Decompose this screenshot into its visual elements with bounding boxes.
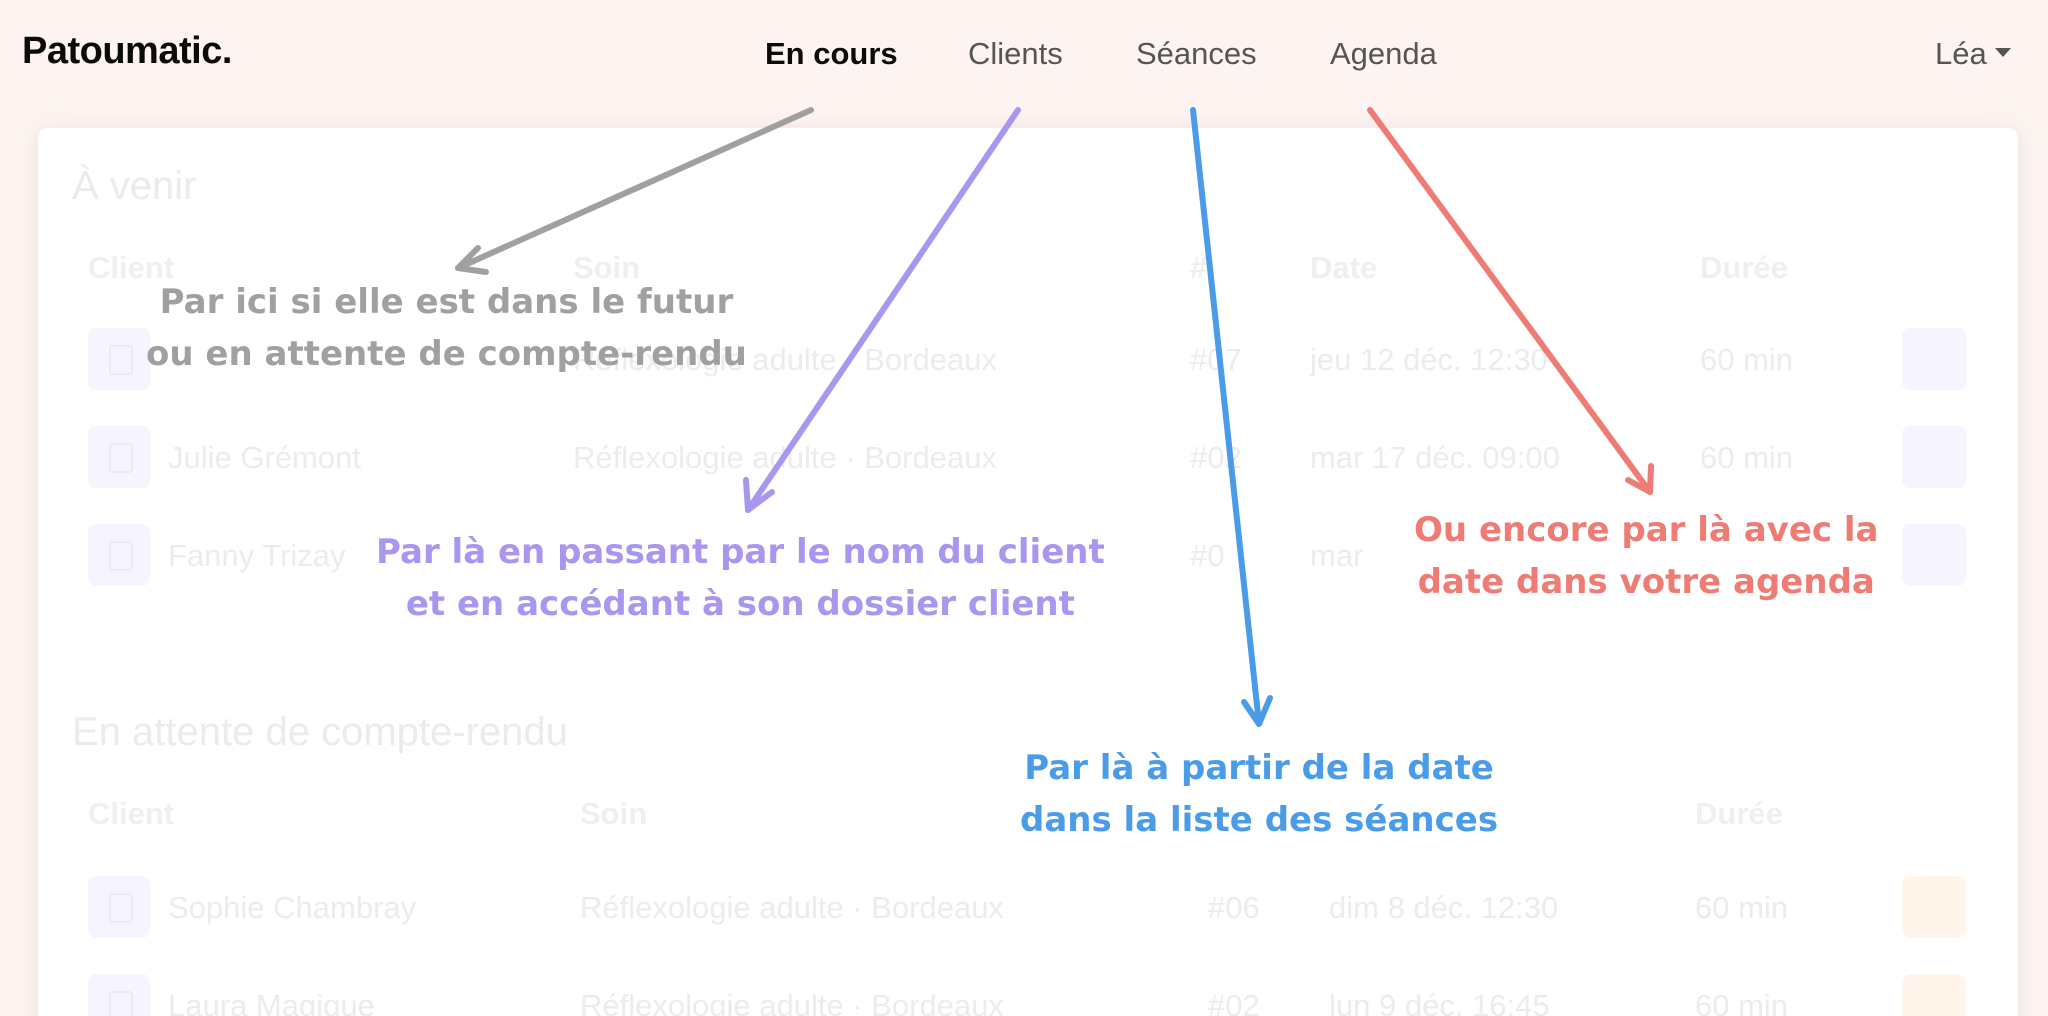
annotation-gray-line1: Par ici si elle est dans le futur xyxy=(159,282,734,322)
annotation-gray: Par ici si elle est dans le futur ou en … xyxy=(146,276,747,380)
annotation-red-line1: Ou encore par là avec la xyxy=(1414,510,1879,550)
arrow-gray xyxy=(455,107,814,275)
annotation-blue-line1: Par là à partir de la date xyxy=(1024,748,1494,788)
annotation-red-line2: date dans votre agenda xyxy=(1417,562,1875,602)
arrow-blue xyxy=(1190,107,1273,727)
annotation-purple-line1: Par là en passant par le nom du client xyxy=(376,532,1105,572)
annotation-blue-line2: dans la liste des séances xyxy=(1020,800,1499,840)
annotation-purple-line2: et en accédant à son dossier client xyxy=(405,584,1075,624)
annotation-purple: Par là en passant par le nom du client e… xyxy=(376,526,1105,630)
annotation-blue: Par là à partir de la date dans la liste… xyxy=(1020,742,1498,846)
arrow-purple xyxy=(743,107,1021,513)
annotation-gray-line2: ou en attente de compte-rendu xyxy=(146,334,747,374)
annotation-red: Ou encore par là avec la date dans votre… xyxy=(1414,504,1878,608)
arrow-red xyxy=(1367,107,1654,495)
